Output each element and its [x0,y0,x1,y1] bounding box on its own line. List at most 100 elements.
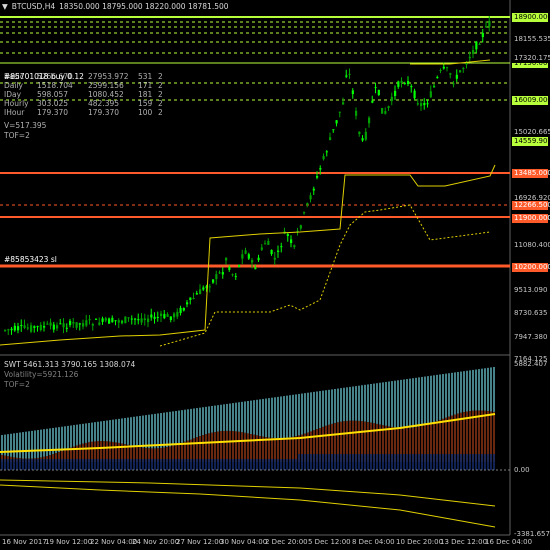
candle-body [225,257,228,261]
candle-body [420,103,423,106]
candle-body [329,137,332,141]
candle-body [10,328,13,331]
envelope-line [159,204,491,347]
candle-body [98,322,101,325]
level-v4: 2 [158,99,163,108]
candle-body [423,102,426,106]
level-name: Daily [4,81,23,90]
candle-body [176,311,179,317]
candle-body [371,100,374,103]
time-axis-tick: 2 Dec 20:00 [265,538,308,546]
candle-body [481,32,484,38]
candle-body [303,212,306,214]
candle-body [69,320,72,326]
price-level-label: 17320.175 [512,54,550,63]
time-axis-tick: 10 Dec 20:00 [396,538,444,546]
candle-body [267,240,270,245]
candle-body [147,318,150,323]
time-axis-tick: 30 Nov 04:00 [220,538,268,546]
candle-body [264,243,267,245]
price-level-label: 14559.907 [512,137,550,146]
candle-body [150,314,153,318]
candle-body [244,250,247,254]
candle-body [358,131,361,135]
candle-body [156,316,159,318]
candle-body [26,327,29,329]
envelope-line [0,164,496,346]
chevron-down-icon[interactable]: ▼ [2,2,8,11]
level-v1: 303.025 [37,99,69,108]
sl-label[interactable]: #85853423 sl [4,255,57,264]
candle-body [355,110,358,116]
candle-body [114,320,117,322]
candle-body [202,287,205,290]
candle-body [426,103,429,105]
candle-body [257,257,260,261]
candle-body [374,87,377,89]
price-level-label: 11900.000 [512,214,550,223]
candle-body [91,324,94,326]
candle-body [465,63,468,65]
candle-body [322,156,325,160]
time-axis-tick: 13 Dec 12:00 [440,538,488,546]
time-axis-tick: 27 Nov 12:00 [176,538,224,546]
order-label[interactable]: #85701018 buy 0.12 [4,72,84,81]
candle-body [387,106,390,108]
time-axis-tick: 19 Nov 12:00 [45,538,93,546]
candle-body [95,318,98,320]
candle-body [166,314,169,317]
candle-body [117,320,120,323]
time-axis-tick: 22 Nov 04:00 [90,538,138,546]
candle-body [140,318,143,323]
candle-body [247,254,250,259]
level-v3: 171 [138,81,153,90]
chart-title: ▼ BTCUSD,H4 18350.000 18795.000 18220.000 … [2,2,233,11]
candle-body [270,249,273,255]
candle-body [332,129,335,131]
candle-body [43,325,46,328]
candle-body [273,257,276,260]
candle-body [384,111,387,114]
candle-body [381,108,384,114]
candle-body [78,323,81,325]
candle-body [104,318,107,321]
candle-body [173,313,176,318]
candle-body [394,90,397,96]
candle-body [52,324,55,330]
level-v3: 181 [138,90,153,99]
candle-body [468,56,471,59]
candle-body [30,325,33,332]
price-axis-tick: 7947.380 [514,333,548,341]
candle-body [134,318,137,320]
candle-body [153,316,156,319]
candle-body [160,313,163,317]
candle-body [472,50,475,54]
candle-body [439,70,442,72]
candle-body [309,195,312,200]
level-v2: 1080.452 [88,90,124,99]
candle-body [416,103,419,105]
chart-canvas[interactable] [0,0,550,550]
candle-body [299,225,302,229]
candle-body [397,81,400,87]
lower-band-line [0,479,496,507]
candle-body [478,43,481,45]
ohlc-label: 18350.000 18795.000 18220.000 18781.500 [59,2,229,11]
price-level-label: 16009.000 [512,96,550,105]
price-axis-tick: 15020.665 [514,128,550,136]
candle-body [254,267,257,270]
price-level-label: 12266.500 [512,201,550,210]
candle-body [208,286,211,288]
candle-body [121,321,124,323]
candle-body [488,20,491,27]
candle-body [351,90,354,95]
candle-body [325,151,328,153]
level-name: IHour [4,108,25,117]
candle-body [65,327,68,329]
candle-body [436,76,439,78]
price-axis-tick: 11080.400 [514,241,550,249]
candle-body [85,320,88,326]
symbol-label: BTCUSD,H4 [11,2,56,11]
candle-body [212,279,215,283]
time-axis-tick: 16 Dec 04:00 [485,538,533,546]
